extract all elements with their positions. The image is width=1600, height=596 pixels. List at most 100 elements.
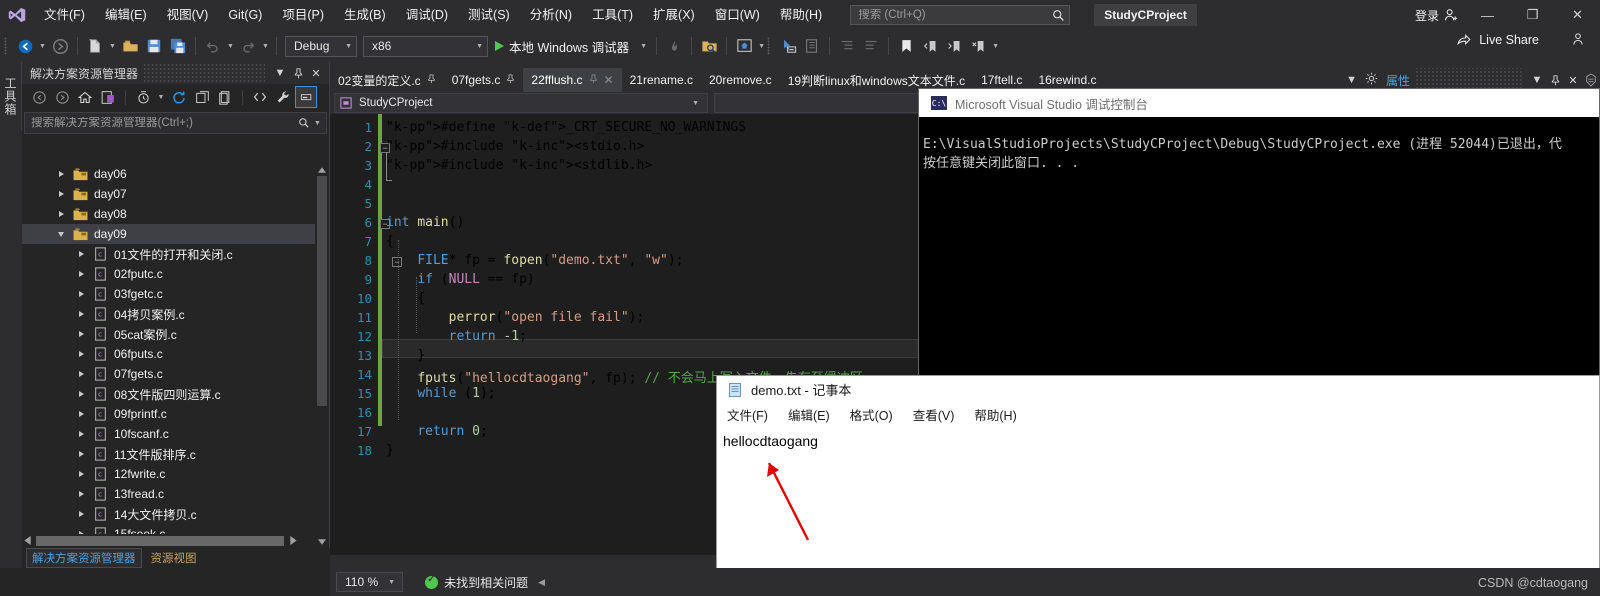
next-bookmark-icon[interactable] [942, 34, 966, 58]
pin-icon[interactable] [506, 73, 515, 87]
menu-edit[interactable]: 编辑(E) [95, 0, 157, 30]
pin-icon[interactable] [589, 73, 598, 87]
pending-changes-icon[interactable] [97, 86, 119, 108]
save-icon[interactable] [142, 34, 166, 58]
expand-arrow-right-icon[interactable] [72, 331, 90, 337]
home-icon[interactable] [74, 86, 96, 108]
expand-arrow-right-icon[interactable] [72, 251, 90, 257]
editor-tab[interactable]: 02变量的定义.c [330, 68, 444, 92]
expand-arrow-right-icon[interactable] [72, 291, 90, 297]
expand-arrow-right-icon[interactable] [72, 451, 90, 457]
tree-item[interactable]: c 04拷贝案例.c [22, 304, 316, 324]
tree-item[interactable]: c 09fprintf.c [22, 404, 316, 424]
scroll-down-arrow-icon[interactable] [315, 536, 329, 548]
editor-tab[interactable]: 21rename.c [622, 68, 701, 92]
live-share-button[interactable]: Live Share [1456, 32, 1586, 47]
scrollbar-thumb[interactable] [317, 176, 327, 406]
expand-arrow-down-icon[interactable] [52, 231, 70, 237]
tree-item[interactable]: day07 [22, 184, 316, 204]
solution-tree-hscrollbar[interactable] [22, 534, 316, 548]
panel-menu-chevron-icon[interactable]: ▼ [271, 63, 289, 83]
active-project-chip[interactable]: StudyCProject [1094, 4, 1197, 26]
tree-item[interactable]: c 10fscanf.c [22, 424, 316, 444]
expand-arrow-right-icon[interactable] [72, 311, 90, 317]
tab-solution-explorer[interactable]: 解决方案资源管理器 [26, 548, 142, 568]
notepad-window[interactable]: demo.txt - 记事本 文件(F) 编辑(E) 格式(O) 查看(V) 帮… [716, 375, 1600, 596]
solution-tree-scrollbar[interactable] [315, 164, 329, 548]
expand-arrow-right-icon[interactable] [72, 351, 90, 357]
sign-in-button[interactable]: 登录 [1409, 7, 1465, 24]
navigate-backward-icon[interactable] [13, 34, 37, 58]
menu-view[interactable]: 视图(V) [157, 0, 219, 30]
show-all-files-icon[interactable] [214, 86, 236, 108]
expand-arrow-right-icon[interactable] [52, 191, 70, 197]
pointer-select-icon[interactable] [776, 34, 800, 58]
undo-dropdown[interactable]: ▼ [225, 34, 236, 58]
expand-arrow-right-icon[interactable] [72, 471, 90, 477]
notepad-menu-view[interactable]: 查看(V) [913, 405, 955, 424]
expand-arrow-right-icon[interactable] [72, 391, 90, 397]
tree-item[interactable]: c 13fread.c [22, 484, 316, 504]
debug-console-window[interactable]: C:\ Microsoft Visual Studio 调试控制台 E:\Vis… [918, 88, 1600, 388]
menu-debug[interactable]: 调试(D) [396, 0, 458, 30]
toolbar-grip-2[interactable] [767, 36, 776, 56]
previous-bookmark-icon[interactable] [918, 34, 942, 58]
close-button[interactable]: ✕ [1555, 0, 1600, 30]
save-all-icon[interactable] [166, 34, 190, 58]
menu-git[interactable]: Git(G) [218, 0, 272, 30]
expand-arrow-right-icon[interactable] [52, 211, 70, 217]
tree-item[interactable]: c 12fwrite.c [22, 464, 316, 484]
navigate-backward-dropdown[interactable]: ▼ [37, 34, 48, 58]
menu-file[interactable]: 文件(F) [34, 0, 95, 30]
search-options-chevron-icon[interactable]: ▼ [314, 120, 326, 127]
hot-reload-icon[interactable] [662, 34, 686, 58]
refresh-icon[interactable] [168, 86, 190, 108]
history-dropdown-icon[interactable]: ▼ [155, 86, 167, 108]
forward-icon[interactable] [51, 86, 73, 108]
expand-arrow-right-icon[interactable] [72, 411, 90, 417]
maximize-button[interactable]: ❐ [1510, 0, 1555, 30]
tree-item[interactable]: c 11文件版排序.c [22, 444, 316, 464]
quick-launch-search[interactable] [850, 5, 1071, 25]
toggle-bookmark-icon[interactable] [894, 34, 918, 58]
navigate-forward-icon[interactable] [48, 34, 72, 58]
zoom-level-combo[interactable]: 110 % ▼ [336, 572, 404, 592]
search-input[interactable] [851, 9, 1048, 21]
home-dropdown[interactable]: ▼ [756, 34, 767, 58]
pin-icon[interactable] [289, 63, 307, 83]
undo-icon[interactable] [201, 34, 225, 58]
start-debugging-button[interactable]: 本地 Windows 调试器 ▼ [491, 34, 651, 58]
toolbar-overflow-icon[interactable]: ▼ [990, 34, 1001, 58]
tab-list-chevron-icon[interactable]: ▼ [1346, 74, 1357, 86]
menu-analyze[interactable]: 分析(N) [520, 0, 582, 30]
project-scope-combo[interactable]: StudyCProject ▼ [334, 93, 708, 113]
solution-platform-combo[interactable]: x86 ▼ [363, 35, 488, 57]
redo-dropdown[interactable]: ▼ [260, 34, 271, 58]
expand-arrow-right-icon[interactable] [72, 491, 90, 497]
tree-item[interactable]: c 02fputc.c [22, 264, 316, 284]
expand-arrow-right-icon[interactable] [72, 271, 90, 277]
toolbar-grip[interactable] [4, 36, 13, 56]
open-file-icon[interactable] [118, 34, 142, 58]
notepad-menu-format[interactable]: 格式(O) [850, 405, 893, 424]
notepad-menu-file[interactable]: 文件(F) [727, 405, 768, 424]
new-file-icon[interactable] [83, 34, 107, 58]
tab-settings-gear-icon[interactable] [1365, 72, 1378, 88]
editor-tab[interactable]: 20remove.c [701, 68, 780, 92]
solution-explorer-search[interactable]: ▼ [24, 112, 327, 134]
tree-item[interactable]: c 03fgetc.c [22, 284, 316, 304]
back-icon[interactable] [28, 86, 50, 108]
search-solution-icon[interactable] [697, 34, 721, 58]
menu-help[interactable]: 帮助(H) [770, 0, 832, 30]
tree-item[interactable]: c 07fgets.c [22, 364, 316, 384]
close-panel-icon[interactable]: ✕ [307, 63, 325, 83]
menu-extensions[interactable]: 扩展(X) [643, 0, 705, 30]
solution-search-input[interactable] [25, 117, 294, 129]
properties-window-icon[interactable] [800, 34, 824, 58]
menu-project[interactable]: 项目(P) [272, 0, 334, 30]
expand-arrow-right-icon[interactable] [72, 371, 90, 377]
notepad-menu-edit[interactable]: 编辑(E) [788, 405, 830, 424]
uncomment-lines-icon[interactable] [859, 34, 883, 58]
tree-item[interactable]: c 05cat案例.c [22, 324, 316, 344]
tree-item[interactable]: day08 [22, 204, 316, 224]
